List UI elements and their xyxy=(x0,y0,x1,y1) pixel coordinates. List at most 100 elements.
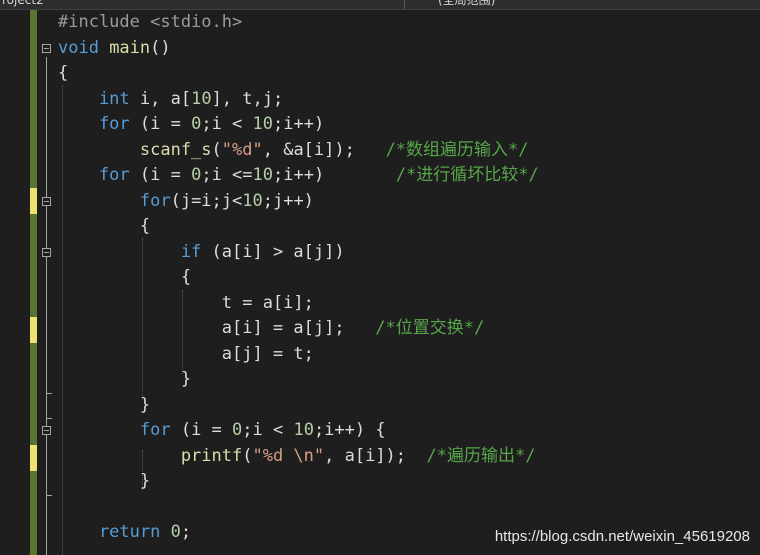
code-line[interactable]: } xyxy=(58,367,539,393)
code-token: ;i++) { xyxy=(313,420,386,440)
code-token: , &a[i]); xyxy=(262,139,386,160)
scope-dropdown[interactable]: (全局范围) xyxy=(438,0,495,8)
change-indicator-saved xyxy=(30,10,37,188)
code-line[interactable]: { xyxy=(58,265,539,291)
code-line[interactable]: } xyxy=(58,469,539,495)
change-indicator-unsaved xyxy=(30,188,37,214)
code-line[interactable]: { xyxy=(58,214,539,240)
code-token: ], t,j; xyxy=(211,88,284,109)
code-token: "%d" xyxy=(221,139,263,160)
code-token: /*数组遍历输入*/ xyxy=(385,139,529,160)
change-indicator-unsaved xyxy=(30,445,37,471)
code-token: , a[i]); xyxy=(324,445,427,466)
code-token: printf xyxy=(58,445,243,466)
outline-end-tick xyxy=(46,393,52,394)
code-token: ;i <= xyxy=(201,165,253,185)
code-token: /*位置交换*/ xyxy=(375,318,485,338)
editor-left-margin xyxy=(0,10,30,555)
code-token: } xyxy=(58,369,192,389)
code-token: ; xyxy=(180,522,192,542)
code-token: (i = xyxy=(129,114,192,134)
code-token: (i = xyxy=(170,420,233,440)
outline-line xyxy=(46,57,47,555)
code-line[interactable]: int i, a[10], t,j; xyxy=(58,87,539,113)
code-token: ;j++) xyxy=(262,190,314,211)
code-token: "%d \n" xyxy=(252,445,325,466)
code-token: /*进行循坏比较*/ xyxy=(395,165,539,185)
code-token: i, a[ xyxy=(129,88,192,109)
code-token: { xyxy=(58,216,151,236)
collapse-for-print-icon[interactable] xyxy=(42,426,51,435)
code-token: { xyxy=(58,267,192,287)
code-token: 10 xyxy=(252,165,273,185)
change-indicator-saved xyxy=(30,343,37,445)
code-token: (a[i] > a[j]) xyxy=(201,241,345,262)
code-token: 10 xyxy=(242,190,263,211)
code-token: for xyxy=(58,190,171,211)
code-token: main xyxy=(98,37,151,58)
code-token: if xyxy=(58,241,202,262)
code-token: t = a[i]; xyxy=(58,292,314,313)
code-token: () xyxy=(150,37,171,58)
code-line[interactable]: { xyxy=(58,61,539,87)
outline-end-tick xyxy=(46,495,52,496)
code-line[interactable]: #include <stdio.h> xyxy=(58,10,539,36)
code-token: 10 xyxy=(191,88,212,109)
code-token: for xyxy=(58,420,171,440)
editor-title-bar: roject2 (全局范围) xyxy=(0,0,760,10)
code-token: { xyxy=(58,63,69,83)
code-line[interactable]: scanf_s("%d", &a[i]); /*数组遍历输入*/ xyxy=(58,138,539,164)
code-token: 0 xyxy=(191,114,202,134)
code-line[interactable]: if (a[i] > a[j]) xyxy=(58,240,539,266)
code-token: 0 xyxy=(191,165,202,185)
code-token: } xyxy=(58,471,151,491)
code-token: 10 xyxy=(252,114,273,134)
code-editor[interactable]: #include <stdio.h> void main(){ int i, a[… xyxy=(58,10,539,546)
code-line[interactable] xyxy=(58,495,539,521)
code-token: #include <stdio.h> xyxy=(58,12,243,32)
collapse-for-icon[interactable] xyxy=(42,197,51,206)
change-indicator-saved xyxy=(30,471,37,555)
code-token: for xyxy=(58,165,130,185)
code-line[interactable]: a[j] = t; xyxy=(58,342,539,368)
code-token: ;i < xyxy=(242,420,294,440)
code-line[interactable]: printf("%d \n", a[i]); /*遍历输出*/ xyxy=(58,444,539,470)
code-token: } xyxy=(58,394,151,415)
code-token: 10 xyxy=(293,420,314,440)
change-indicator-saved xyxy=(30,214,37,317)
outline-end-tick xyxy=(46,418,52,419)
code-line[interactable]: t = a[i]; xyxy=(58,291,539,317)
code-token: int xyxy=(58,88,130,109)
code-token: (i = xyxy=(129,165,192,185)
code-token: 0 xyxy=(232,420,243,440)
navbar-divider xyxy=(404,0,405,9)
code-line[interactable]: return 0; xyxy=(58,520,539,546)
collapse-main-icon[interactable] xyxy=(42,44,51,53)
project-tab[interactable]: roject2 xyxy=(2,0,44,8)
code-line[interactable]: for (i = 0;i < 10;i++) { xyxy=(58,418,539,444)
code-token: 0 xyxy=(170,522,181,542)
code-token: (j=i;j< xyxy=(170,190,243,211)
code-line[interactable]: } xyxy=(58,393,539,419)
code-line[interactable]: void main() xyxy=(58,36,539,62)
code-token: ( xyxy=(242,445,253,466)
code-token: ;i < xyxy=(201,114,253,134)
change-indicator-unsaved xyxy=(30,317,37,343)
code-line[interactable]: for (i = 0;i <=10;i++) /*进行循坏比较*/ xyxy=(58,163,539,189)
code-token: ;i++) xyxy=(273,165,396,185)
code-token: ( xyxy=(211,139,222,160)
watermark: https://blog.csdn.net/weixin_45619208 xyxy=(494,528,750,545)
code-line[interactable]: a[i] = a[j]; /*位置交换*/ xyxy=(58,316,539,342)
code-line[interactable]: for (i = 0;i < 10;i++) xyxy=(58,112,539,138)
code-token: scanf_s xyxy=(58,139,212,160)
code-token: a[j] = t; xyxy=(58,343,314,364)
code-token: /*遍历输出*/ xyxy=(426,445,536,466)
code-line[interactable]: for(j=i;j<10;j++) xyxy=(58,189,539,215)
code-token: void xyxy=(58,37,99,58)
code-token: ;i++) xyxy=(273,114,325,134)
code-token: a[i] = a[j]; xyxy=(58,318,376,338)
collapse-if-icon[interactable] xyxy=(42,248,51,257)
code-token: return xyxy=(58,522,161,542)
code-token: for xyxy=(58,114,130,134)
